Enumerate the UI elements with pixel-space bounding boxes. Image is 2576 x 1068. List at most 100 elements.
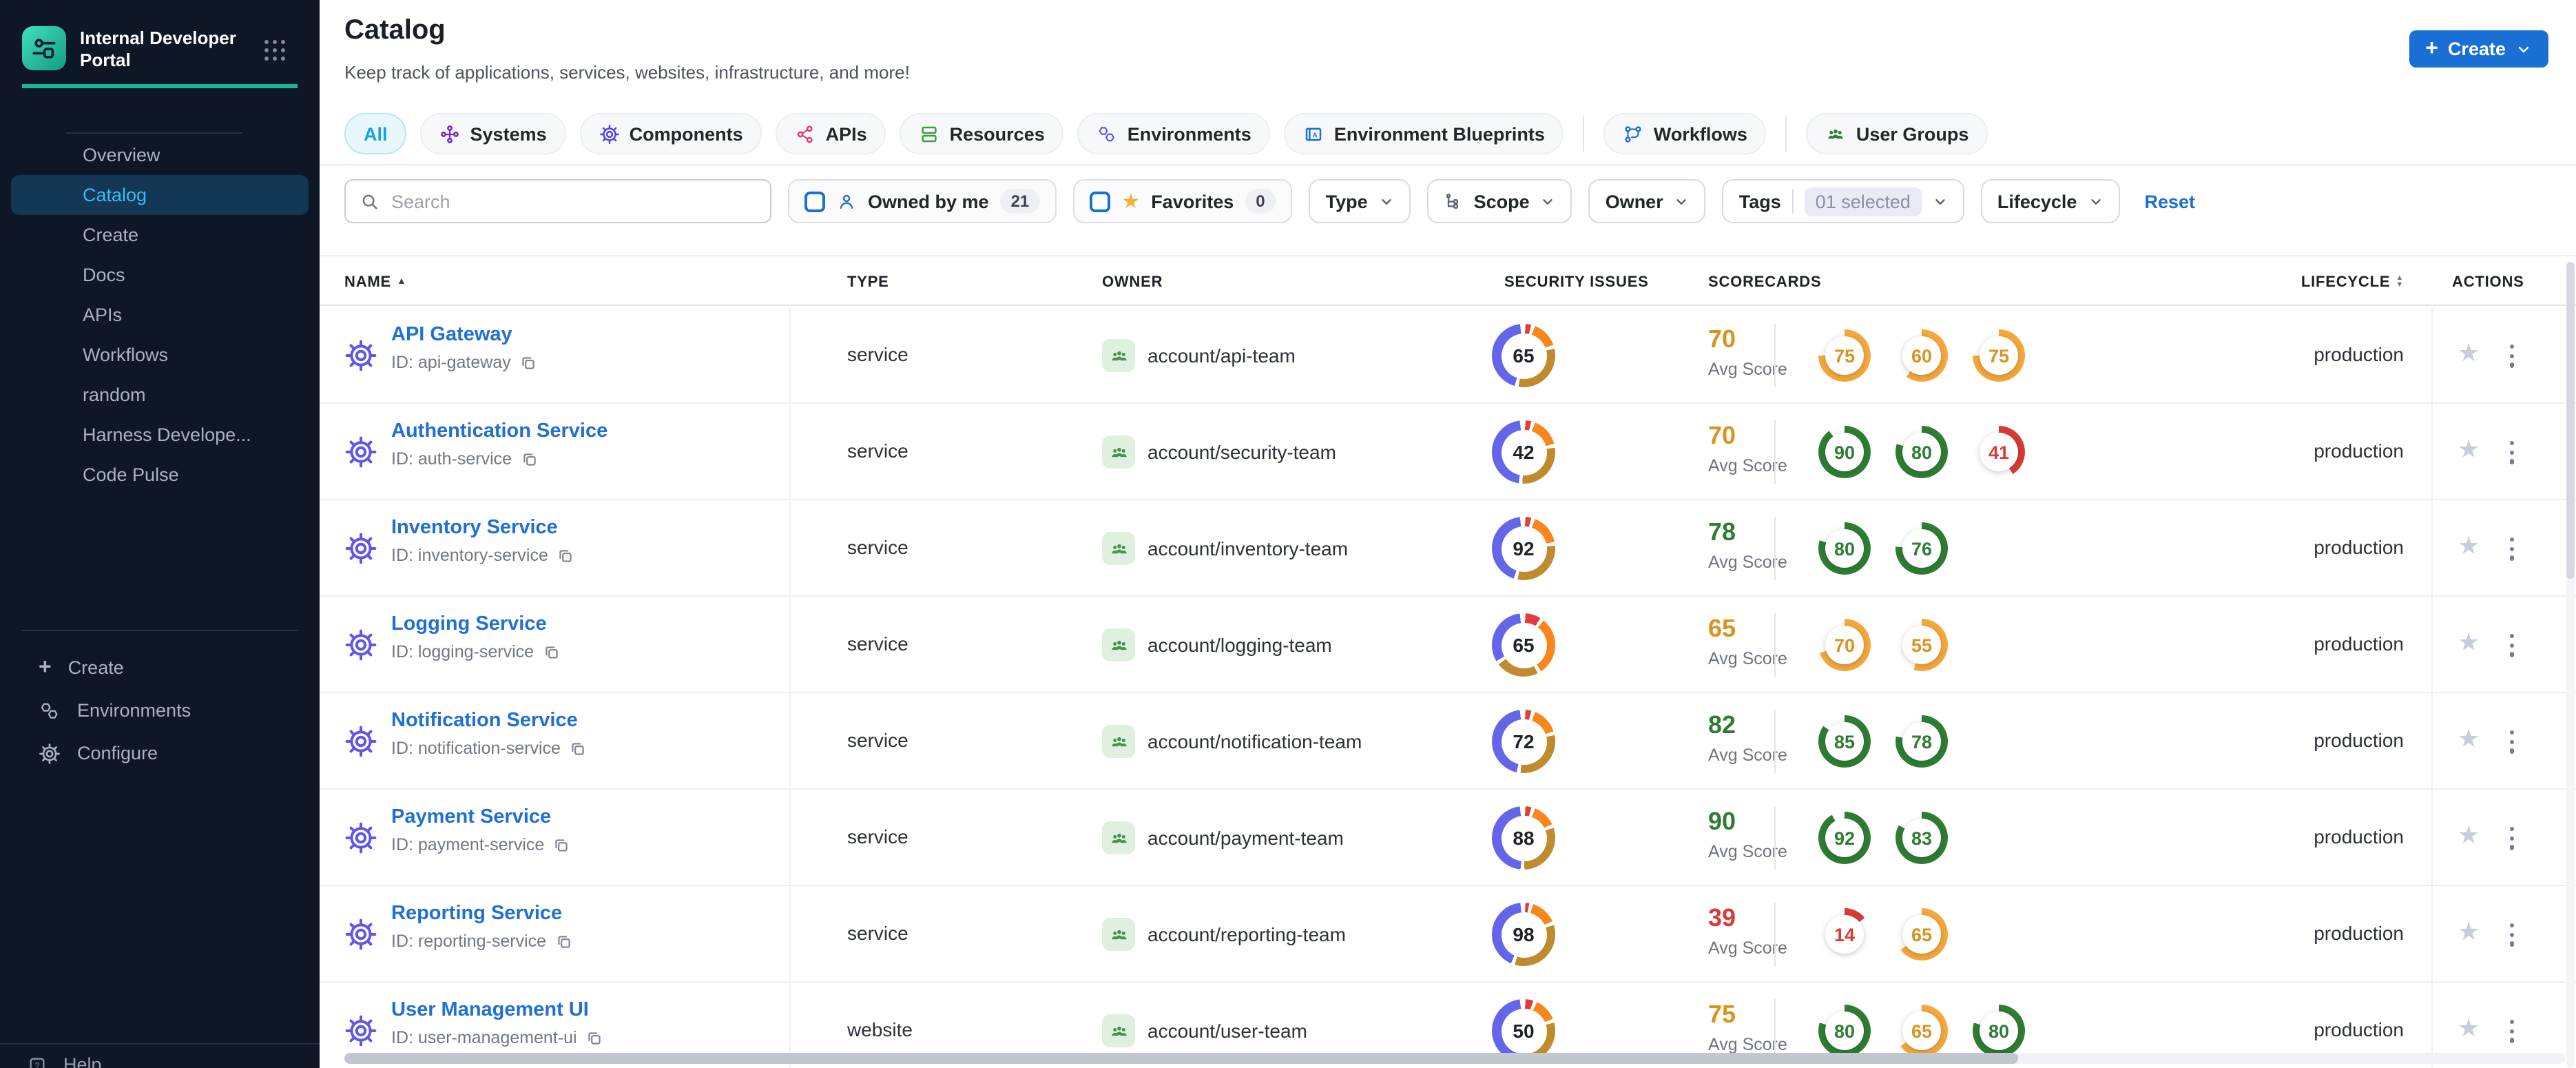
scorecard-divider	[1774, 613, 1776, 677]
favorite-star-button[interactable]: ★	[2458, 821, 2480, 850]
entity-name-link[interactable]: Notification Service	[391, 710, 587, 732]
kind-tabs: All Systems Components APIs Resources Environ…	[320, 103, 2576, 165]
tab-apis[interactable]: APIs	[776, 113, 886, 154]
vertical-scrollbar-thumb[interactable]	[2566, 262, 2575, 579]
sidebar-item-help[interactable]: ? Help	[28, 1054, 102, 1068]
sidebar: Internal Developer Portal Overview Catalo…	[0, 0, 320, 1068]
horizontal-scrollbar[interactable]	[344, 1053, 2565, 1064]
entity-name-link[interactable]: API Gateway	[391, 324, 537, 346]
copy-icon[interactable]	[552, 836, 570, 854]
entity-name-link[interactable]: Reporting Service	[391, 903, 572, 925]
sidebar-item-apis[interactable]: APIs	[11, 295, 309, 335]
favorites-filter[interactable]: ★ Favorites 0	[1073, 179, 1293, 223]
component-gear-icon	[344, 531, 377, 565]
scorecard-ring: 41	[1973, 426, 2025, 478]
dropdown-label: Lifecycle	[1997, 191, 2077, 212]
column-header-name[interactable]: NAME ▲	[344, 256, 407, 307]
sidebar-item-configure[interactable]: Configure	[11, 733, 309, 773]
avg-score-value: 78	[1708, 518, 1736, 546]
sidebar-item-catalog[interactable]: Catalog	[11, 175, 309, 215]
row-menu-kebab[interactable]	[2507, 1017, 2517, 1045]
row-menu-kebab[interactable]	[2507, 824, 2517, 852]
sidebar-item-workflows[interactable]: Workflows	[11, 335, 309, 375]
column-header-scorecards[interactable]: SCORECARDS	[1708, 256, 1821, 307]
tags-filter-dropdown[interactable]: Tags 01 selected	[1722, 179, 1964, 223]
app-switcher-icon[interactable]	[264, 40, 287, 62]
entity-name-link[interactable]: User Management UI	[391, 999, 603, 1021]
sidebar-item-code-pulse[interactable]: Code Pulse	[11, 455, 309, 495]
copy-icon[interactable]	[520, 450, 538, 468]
favorite-star-button[interactable]: ★	[2458, 532, 2480, 561]
horizontal-scrollbar-thumb[interactable]	[344, 1053, 2018, 1064]
scorecard-ring: 60	[1895, 329, 1948, 382]
owner-cell: account/api-team	[1102, 339, 1296, 372]
favorites-checkbox[interactable]	[1090, 191, 1111, 212]
copy-icon[interactable]	[542, 643, 560, 661]
row-menu-kebab[interactable]	[2507, 438, 2517, 466]
row-menu-kebab[interactable]	[2507, 728, 2517, 756]
scope-filter-dropdown[interactable]: Scope	[1426, 179, 1572, 223]
favorite-star-button[interactable]: ★	[2458, 435, 2480, 464]
owner-cell: account/logging-team	[1102, 628, 1332, 661]
column-header-owner[interactable]: OWNER	[1102, 256, 1163, 307]
entity-name-link[interactable]: Inventory Service	[391, 517, 574, 539]
tab-components[interactable]: Components	[579, 113, 762, 154]
entity-id: ID: reporting-service	[391, 932, 572, 951]
sidebar-item-create[interactable]: Create	[11, 215, 309, 255]
lifecycle-filter-dropdown[interactable]: Lifecycle	[1980, 179, 2120, 223]
copy-icon[interactable]	[569, 739, 587, 757]
reset-filters-link[interactable]: Reset	[2144, 191, 2195, 212]
column-header-actions[interactable]: ACTIONS	[2452, 256, 2524, 307]
column-header-lifecycle[interactable]: LIFECYCLE ▲ ▼	[2301, 256, 2404, 307]
owner-name: account/notification-team	[1147, 730, 1362, 752]
search-input[interactable]	[391, 191, 756, 212]
sidebar-item-harness-develope-[interactable]: Harness Develope...	[11, 415, 309, 455]
tab-user-groups[interactable]: User Groups	[1806, 113, 1988, 154]
column-header-security-issues[interactable]: SECURITY ISSUES	[1504, 256, 1649, 307]
owned-by-me-checkbox[interactable]	[804, 191, 825, 212]
row-menu-kebab[interactable]	[2507, 631, 2517, 659]
copy-icon[interactable]	[557, 546, 574, 564]
type-filter-dropdown[interactable]: Type	[1309, 179, 1411, 223]
tab-systems[interactable]: Systems	[420, 113, 566, 154]
scorecard-value: 75	[1980, 336, 2018, 375]
favorite-star-button[interactable]: ★	[2458, 1014, 2480, 1043]
favorite-star-button[interactable]: ★	[2458, 918, 2480, 947]
sidebar-item-docs[interactable]: Docs	[11, 255, 309, 295]
create-button[interactable]: + Create	[2409, 30, 2548, 68]
sidebar-item-create[interactable]: + Create	[11, 648, 309, 688]
sidebar-item-overview[interactable]: Overview	[11, 135, 309, 175]
column-header-type[interactable]: TYPE	[847, 256, 889, 307]
entity-name-link[interactable]: Logging Service	[391, 613, 560, 635]
row-menu-kebab[interactable]	[2507, 535, 2517, 563]
tab-all[interactable]: All	[344, 113, 407, 154]
copy-icon[interactable]	[519, 353, 537, 371]
tab-label: User Groups	[1856, 123, 1969, 144]
entity-name-link[interactable]: Authentication Service	[391, 420, 607, 442]
row-menu-kebab[interactable]	[2507, 342, 2517, 370]
entity-name-link[interactable]: Payment Service	[391, 806, 570, 828]
favorite-star-button[interactable]: ★	[2458, 725, 2480, 754]
column-label: LIFECYCLE	[2300, 274, 2391, 290]
avg-score-value: 82	[1708, 711, 1736, 739]
owned-by-me-filter[interactable]: Owned by me 21	[788, 179, 1057, 223]
owner-filter-dropdown[interactable]: Owner	[1588, 179, 1706, 223]
security-issues-count: 72	[1501, 719, 1546, 764]
tab-environments[interactable]: Environments	[1077, 113, 1271, 154]
favorite-star-button[interactable]: ★	[2458, 628, 2480, 657]
avg-score-cell: 78 Avg Score	[1708, 518, 1791, 572]
copy-icon[interactable]	[585, 1029, 603, 1047]
sidebar-item-random[interactable]: random	[11, 375, 309, 415]
tab-resources[interactable]: Resources	[900, 113, 1064, 154]
sidebar-item-environments[interactable]: Environments	[11, 690, 309, 730]
vertical-scrollbar[interactable]	[2566, 262, 2575, 1068]
component-gear-icon	[344, 820, 377, 854]
row-menu-kebab[interactable]	[2507, 921, 2517, 949]
entity-id-text: ID: logging-service	[391, 642, 534, 661]
avg-score-label: Avg Score	[1708, 456, 1787, 475]
tab-environment-blueprints[interactable]: A Environment Blueprints	[1284, 113, 1564, 154]
table-header: NAME ▲ TYPE OWNER SECURITY ISSUES SCORECARDS L…	[320, 255, 2576, 306]
favorite-star-button[interactable]: ★	[2458, 339, 2480, 368]
tab-workflows[interactable]: Workflows	[1603, 113, 1767, 154]
copy-icon[interactable]	[554, 932, 572, 950]
